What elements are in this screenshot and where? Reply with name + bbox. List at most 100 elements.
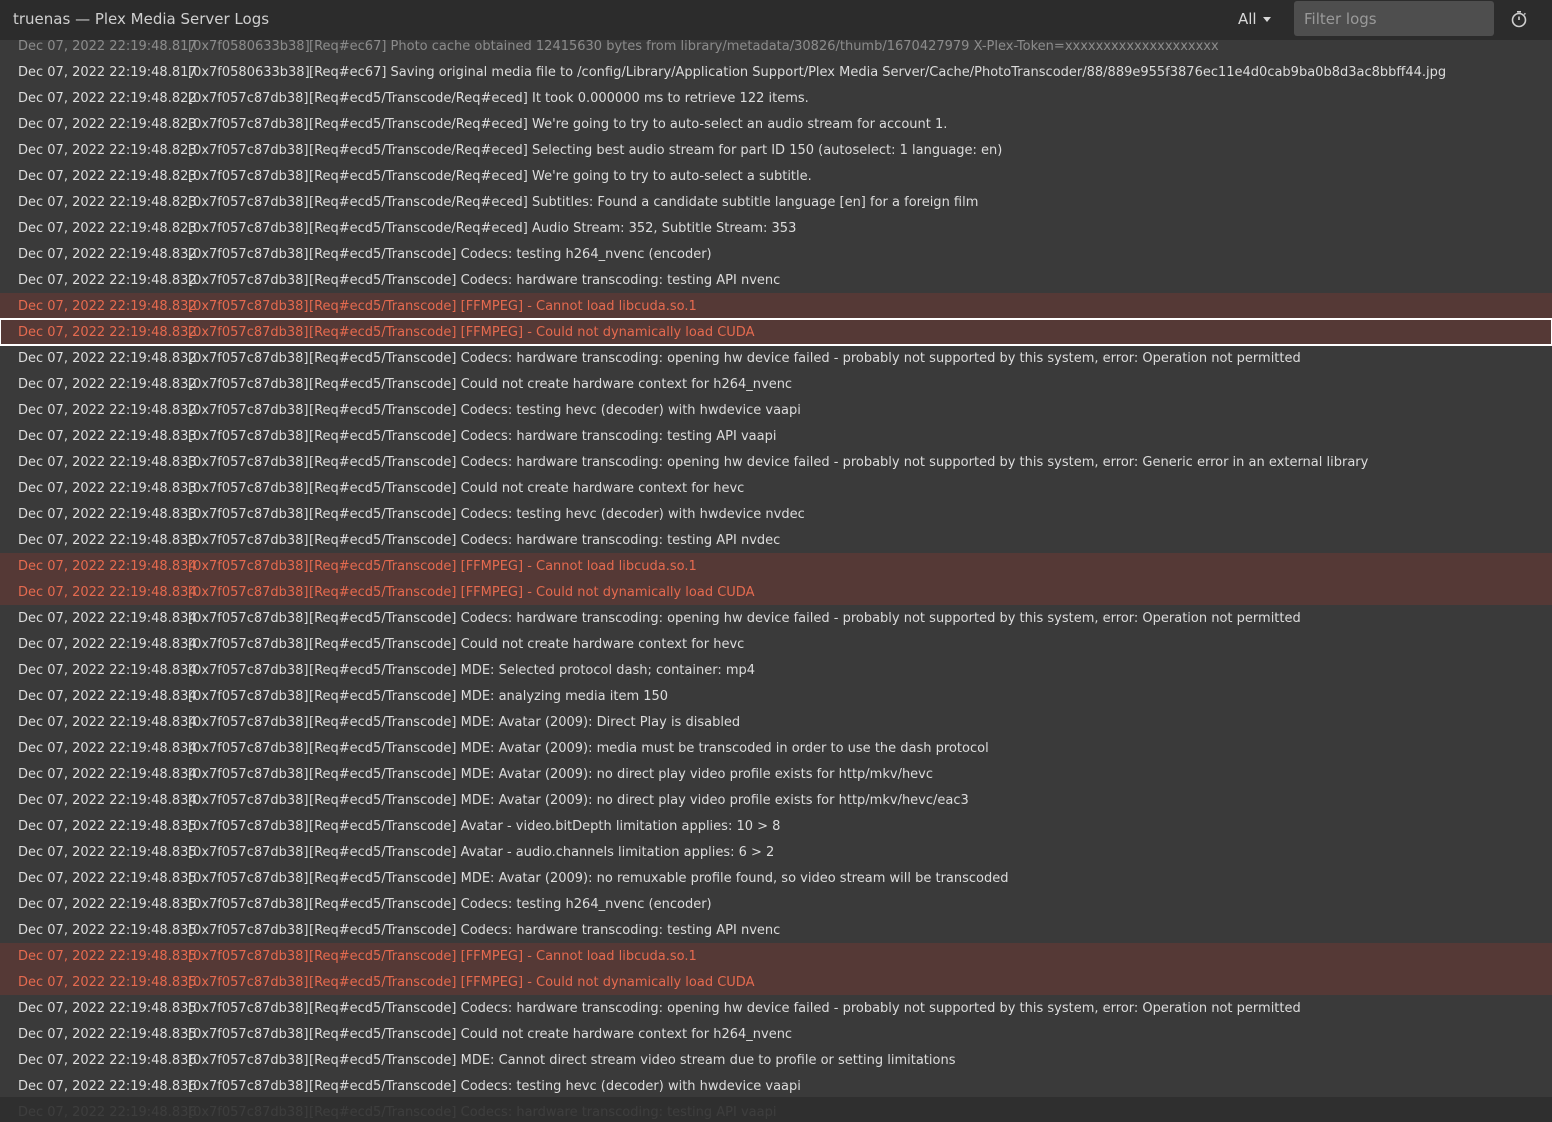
log-timestamp: Dec 07, 2022 22:19:48.817	[18, 40, 197, 54]
log-row[interactable]: Dec 07, 2022 22:19:48.817[0x7f0580633b38…	[0, 40, 1552, 59]
log-row[interactable]: Dec 07, 2022 22:19:48.835[0x7f057c87db38…	[0, 969, 1552, 995]
log-thread-id: [0x7f057c87db38]	[188, 429, 309, 444]
log-message: [Req#ecd5/Transcode/Req#eced] Audio Stre…	[309, 221, 796, 236]
log-message: [Req#ecd5/Transcode] Could not create ha…	[309, 481, 744, 496]
log-list[interactable]: Dec 07, 2022 22:19:48.817[0x7f0580633b38…	[0, 40, 1552, 1122]
log-row[interactable]: Dec 07, 2022 22:19:48.834[0x7f057c87db38…	[0, 709, 1552, 735]
log-row[interactable]: Dec 07, 2022 22:19:48.835[0x7f057c87db38…	[0, 1021, 1552, 1047]
log-message: [Req#ecd5/Transcode/Req#eced] Subtitles:…	[309, 195, 978, 210]
log-row[interactable]: Dec 07, 2022 22:19:48.835[0x7f057c87db38…	[0, 995, 1552, 1021]
log-level-dropdown[interactable]: All	[1238, 10, 1271, 28]
log-message: [Req#ecd5/Transcode/Req#eced] We're goin…	[309, 117, 947, 132]
log-timestamp: Dec 07, 2022 22:19:48.835	[18, 975, 197, 990]
log-timestamp: Dec 07, 2022 22:19:48.823	[18, 169, 197, 184]
log-thread-id: [0x7f057c87db38]	[188, 1079, 309, 1094]
log-row[interactable]: Dec 07, 2022 22:19:48.817[0x7f0580633b38…	[0, 59, 1552, 85]
log-row[interactable]: Dec 07, 2022 22:19:48.834[0x7f057c87db38…	[0, 605, 1552, 631]
log-row[interactable]: Dec 07, 2022 22:19:48.834[0x7f057c87db38…	[0, 631, 1552, 657]
log-timestamp: Dec 07, 2022 22:19:48.832	[18, 299, 197, 314]
log-thread-id: [0x7f057c87db38]	[188, 611, 309, 626]
log-timestamp: Dec 07, 2022 22:19:48.835	[18, 1001, 197, 1016]
log-thread-id: [0x7f057c87db38]	[188, 1027, 309, 1042]
log-row[interactable]: Dec 07, 2022 22:19:48.834[0x7f057c87db38…	[0, 553, 1552, 579]
log-row[interactable]: Dec 07, 2022 22:19:48.833[0x7f057c87db38…	[0, 449, 1552, 475]
log-thread-id: [0x7f057c87db38]	[188, 793, 309, 808]
log-row[interactable]: Dec 07, 2022 22:19:48.833[0x7f057c87db38…	[0, 527, 1552, 553]
log-row[interactable]: Dec 07, 2022 22:19:48.832[0x7f057c87db38…	[0, 345, 1552, 371]
log-row[interactable]: Dec 07, 2022 22:19:48.834[0x7f057c87db38…	[0, 787, 1552, 813]
log-message: [Req#ecd5/Transcode] [FFMPEG] - Cannot l…	[309, 949, 697, 964]
log-message: [Req#ecd5/Transcode] MDE: Avatar (2009):…	[309, 767, 933, 782]
log-timestamp: Dec 07, 2022 22:19:48.834	[18, 585, 197, 600]
log-thread-id: [0x7f057c87db38]	[188, 533, 309, 548]
log-row[interactable]: Dec 07, 2022 22:19:48.835[0x7f057c87db38…	[0, 839, 1552, 865]
log-thread-id: [0x7f057c87db38]	[188, 767, 309, 782]
log-row[interactable]: Dec 07, 2022 22:19:48.835[0x7f057c87db38…	[0, 943, 1552, 969]
log-timestamp: Dec 07, 2022 22:19:48.836	[18, 1105, 197, 1120]
log-thread-id: [0x7f057c87db38]	[188, 1001, 309, 1016]
log-timestamp: Dec 07, 2022 22:19:48.834	[18, 741, 197, 756]
log-message: [Req#ec67] Photo cache obtained 12415630…	[309, 40, 1219, 54]
log-timestamp: Dec 07, 2022 22:19:48.834	[18, 793, 197, 808]
log-row[interactable]: Dec 07, 2022 22:19:48.832[0x7f057c87db38…	[0, 293, 1552, 319]
log-row[interactable]: Dec 07, 2022 22:19:48.836[0x7f057c87db38…	[0, 1047, 1552, 1073]
log-row[interactable]: Dec 07, 2022 22:19:48.823[0x7f057c87db38…	[0, 215, 1552, 241]
log-timestamp: Dec 07, 2022 22:19:48.832	[18, 377, 197, 392]
log-timestamp: Dec 07, 2022 22:19:48.832	[18, 273, 197, 288]
log-row[interactable]: Dec 07, 2022 22:19:48.835[0x7f057c87db38…	[0, 865, 1552, 891]
log-message: [Req#ecd5/Transcode] Could not create ha…	[309, 377, 792, 392]
log-timestamp: Dec 07, 2022 22:19:48.823	[18, 117, 197, 132]
log-row[interactable]: Dec 07, 2022 22:19:48.834[0x7f057c87db38…	[0, 735, 1552, 761]
log-message: [Req#ecd5/Transcode] Codecs: hardware tr…	[309, 351, 1301, 366]
log-thread-id: [0x7f057c87db38]	[188, 221, 309, 236]
log-message: [Req#ecd5/Transcode] Codecs: testing h26…	[309, 897, 712, 912]
log-row[interactable]: Dec 07, 2022 22:19:48.833[0x7f057c87db38…	[0, 501, 1552, 527]
log-row[interactable]: Dec 07, 2022 22:19:48.834[0x7f057c87db38…	[0, 761, 1552, 787]
log-row[interactable]: Dec 07, 2022 22:19:48.823[0x7f057c87db38…	[0, 163, 1552, 189]
log-row[interactable]: Dec 07, 2022 22:19:48.833[0x7f057c87db38…	[0, 475, 1552, 501]
log-thread-id: [0x7f057c87db38]	[188, 325, 309, 340]
log-row[interactable]: Dec 07, 2022 22:19:48.836[0x7f057c87db38…	[0, 1099, 1552, 1122]
log-row[interactable]: Dec 07, 2022 22:19:48.832[0x7f057c87db38…	[0, 319, 1552, 345]
log-thread-id: [0x7f057c87db38]	[188, 741, 309, 756]
log-message: [Req#ecd5/Transcode] Codecs: hardware tr…	[309, 923, 780, 938]
log-thread-id: [0x7f057c87db38]	[188, 117, 309, 132]
log-row[interactable]: Dec 07, 2022 22:19:48.822[0x7f057c87db38…	[0, 85, 1552, 111]
log-row[interactable]: Dec 07, 2022 22:19:48.823[0x7f057c87db38…	[0, 137, 1552, 163]
log-timestamp: Dec 07, 2022 22:19:48.832	[18, 325, 197, 340]
log-thread-id: [0x7f057c87db38]	[188, 845, 309, 860]
log-thread-id: [0x7f057c87db38]	[188, 247, 309, 262]
log-timestamp: Dec 07, 2022 22:19:48.833	[18, 507, 197, 522]
log-row[interactable]: Dec 07, 2022 22:19:48.833[0x7f057c87db38…	[0, 423, 1552, 449]
log-message: [Req#ecd5/Transcode] MDE: Selected proto…	[309, 663, 755, 678]
log-row[interactable]: Dec 07, 2022 22:19:48.834[0x7f057c87db38…	[0, 683, 1552, 709]
log-row[interactable]: Dec 07, 2022 22:19:48.832[0x7f057c87db38…	[0, 241, 1552, 267]
log-row[interactable]: Dec 07, 2022 22:19:48.835[0x7f057c87db38…	[0, 813, 1552, 839]
log-row[interactable]: Dec 07, 2022 22:19:48.823[0x7f057c87db38…	[0, 111, 1552, 137]
log-message: [Req#ecd5/Transcode] Codecs: hardware tr…	[309, 1001, 1301, 1016]
log-thread-id: [0x7f057c87db38]	[188, 975, 309, 990]
log-message: [Req#ecd5/Transcode] Codecs: hardware tr…	[309, 273, 780, 288]
log-thread-id: [0x7f0580633b38]	[188, 40, 310, 54]
log-timestamp: Dec 07, 2022 22:19:48.835	[18, 1027, 197, 1042]
log-row[interactable]: Dec 07, 2022 22:19:48.832[0x7f057c87db38…	[0, 267, 1552, 293]
filter-logs-input[interactable]	[1294, 1, 1494, 36]
log-message: [Req#ecd5/Transcode/Req#eced] Selecting …	[309, 143, 1002, 158]
stopwatch-icon[interactable]	[1510, 10, 1528, 28]
log-row[interactable]: Dec 07, 2022 22:19:48.832[0x7f057c87db38…	[0, 371, 1552, 397]
log-row[interactable]: Dec 07, 2022 22:19:48.834[0x7f057c87db38…	[0, 657, 1552, 683]
log-row[interactable]: Dec 07, 2022 22:19:48.823[0x7f057c87db38…	[0, 189, 1552, 215]
log-row[interactable]: Dec 07, 2022 22:19:48.835[0x7f057c87db38…	[0, 917, 1552, 943]
log-row[interactable]: Dec 07, 2022 22:19:48.834[0x7f057c87db38…	[0, 579, 1552, 605]
log-thread-id: [0x7f057c87db38]	[188, 403, 309, 418]
log-row[interactable]: Dec 07, 2022 22:19:48.832[0x7f057c87db38…	[0, 397, 1552, 423]
log-message: [Req#ecd5/Transcode] MDE: Avatar (2009):…	[309, 871, 1009, 886]
log-row[interactable]: Dec 07, 2022 22:19:48.836[0x7f057c87db38…	[0, 1073, 1552, 1099]
log-message: [Req#ecd5/Transcode] MDE: Avatar (2009):…	[309, 715, 740, 730]
log-row[interactable]: Dec 07, 2022 22:19:48.835[0x7f057c87db38…	[0, 891, 1552, 917]
log-timestamp: Dec 07, 2022 22:19:48.833	[18, 455, 197, 470]
log-timestamp: Dec 07, 2022 22:19:48.823	[18, 195, 197, 210]
log-message: [Req#ecd5/Transcode] Avatar - video.bitD…	[309, 819, 780, 834]
log-message: [Req#ecd5/Transcode] Could not create ha…	[309, 637, 744, 652]
log-thread-id: [0x7f057c87db38]	[188, 689, 309, 704]
